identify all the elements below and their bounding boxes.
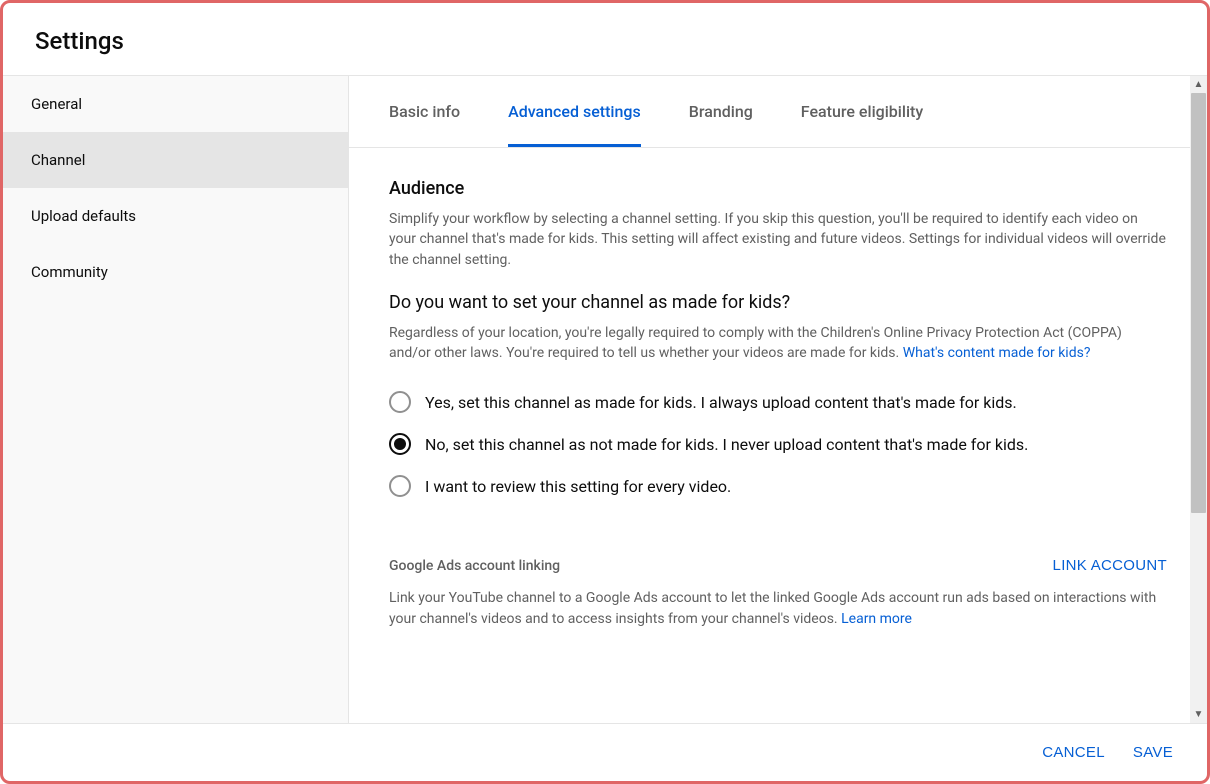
main-wrapper: Basic info Advanced settings Branding Fe… [349, 76, 1207, 723]
sidebar-item-general[interactable]: General [3, 76, 348, 132]
sidebar-item-upload-defaults[interactable]: Upload defaults [3, 188, 348, 244]
ads-linking-desc: Link your YouTube channel to a Google Ad… [389, 588, 1167, 629]
tab-branding[interactable]: Branding [689, 76, 753, 147]
sidebar-item-community[interactable]: Community [3, 244, 348, 300]
tab-label: Advanced settings [508, 102, 641, 121]
dialog-body: General Channel Upload defaults Communit… [3, 76, 1207, 723]
radio-option-not-kids[interactable]: No, set this channel as not made for kid… [389, 423, 1167, 465]
tab-label: Feature eligibility [801, 102, 923, 121]
tab-basic-info[interactable]: Basic info [389, 76, 460, 147]
save-button[interactable]: SAVE [1133, 744, 1173, 761]
scrollbar[interactable]: ▲ ▼ [1190, 76, 1207, 723]
radio-icon [389, 475, 411, 497]
learn-more-link[interactable]: Learn more [841, 611, 912, 627]
radio-label: No, set this channel as not made for kid… [425, 435, 1028, 454]
cancel-button[interactable]: CANCEL [1042, 744, 1105, 761]
audience-question: Do you want to set your channel as made … [389, 292, 1167, 313]
tab-feature-eligibility[interactable]: Feature eligibility [801, 76, 923, 147]
ads-linking-desc-text: Link your YouTube channel to a Google Ad… [389, 590, 1156, 626]
radio-option-review-per-video[interactable]: I want to review this setting for every … [389, 465, 1167, 507]
ads-linking-title: Google Ads account linking [389, 558, 560, 574]
audience-desc: Simplify your workflow by selecting a ch… [389, 209, 1167, 270]
main-content: Basic info Advanced settings Branding Fe… [349, 76, 1207, 723]
sidebar-item-channel[interactable]: Channel [3, 132, 348, 188]
tab-advanced-settings[interactable]: Advanced settings [508, 76, 641, 147]
dialog-title: Settings [35, 27, 1175, 55]
tabs: Basic info Advanced settings Branding Fe… [349, 76, 1207, 148]
scrollbar-thumb[interactable] [1191, 93, 1206, 513]
tab-label: Branding [689, 102, 753, 121]
sidebar-item-label: Community [31, 263, 108, 281]
sidebar-item-label: Upload defaults [31, 207, 136, 225]
radio-icon [389, 391, 411, 413]
dialog-footer: CANCEL SAVE [3, 723, 1207, 781]
scroll-up-icon[interactable]: ▲ [1190, 76, 1207, 93]
settings-dialog: Settings General Channel Upload defaults… [0, 0, 1210, 784]
content: Audience Simplify your workflow by selec… [349, 148, 1207, 629]
ads-linking-section: Google Ads account linking LINK ACCOUNT … [389, 557, 1167, 629]
tab-label: Basic info [389, 102, 460, 121]
audience-legal: Regardless of your location, you're lega… [389, 323, 1167, 364]
audience-radio-group: Yes, set this channel as made for kids. … [389, 381, 1167, 507]
content-made-for-kids-link[interactable]: What's content made for kids? [903, 345, 1091, 361]
sidebar-item-label: General [31, 95, 82, 113]
sidebar-item-label: Channel [31, 151, 85, 169]
radio-icon [389, 433, 411, 455]
dialog-header: Settings [3, 3, 1207, 76]
radio-label: I want to review this setting for every … [425, 477, 731, 496]
scroll-down-icon[interactable]: ▼ [1190, 706, 1207, 723]
radio-label: Yes, set this channel as made for kids. … [425, 393, 1017, 412]
sidebar: General Channel Upload defaults Communit… [3, 76, 349, 723]
audience-heading: Audience [389, 178, 1167, 199]
ads-linking-header: Google Ads account linking LINK ACCOUNT [389, 557, 1167, 574]
link-account-button[interactable]: LINK ACCOUNT [1053, 557, 1167, 574]
radio-option-yes-kids[interactable]: Yes, set this channel as made for kids. … [389, 381, 1167, 423]
